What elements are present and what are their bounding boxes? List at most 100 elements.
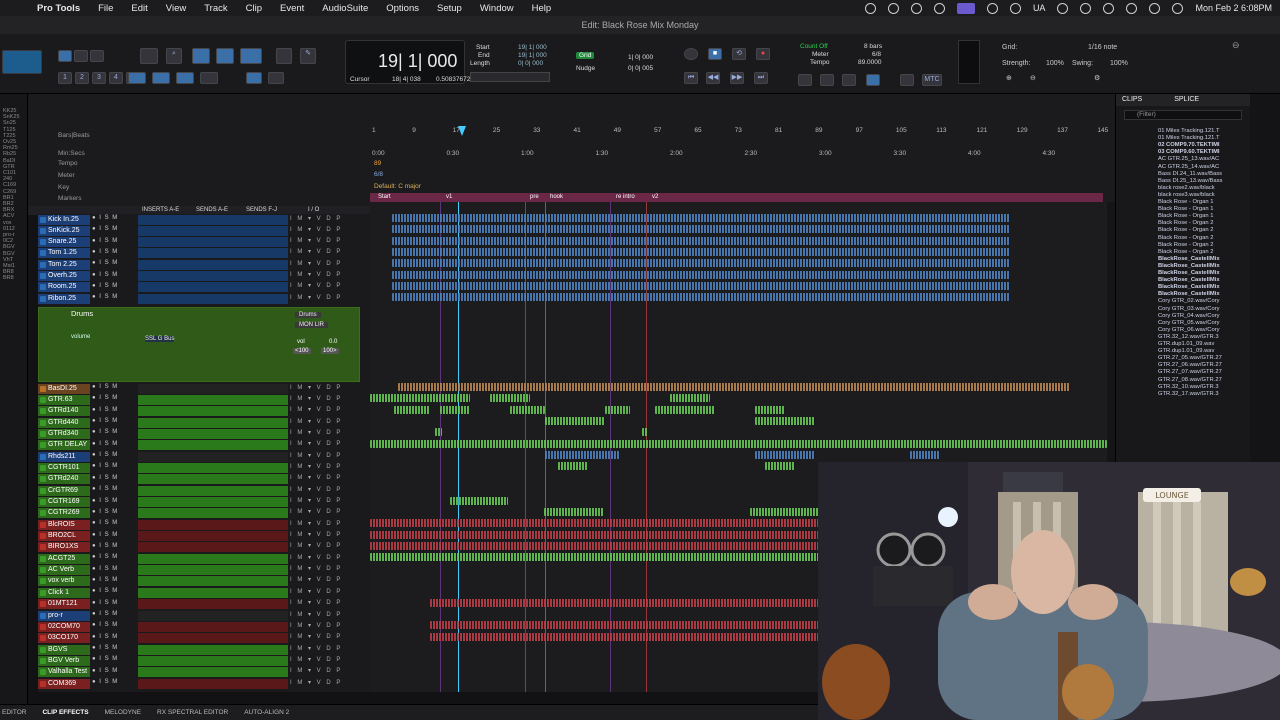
track-record-solo-mute[interactable]: ● I S M (92, 486, 118, 492)
selector-tool-button[interactable] (216, 48, 234, 64)
grabber-tool-button[interactable] (240, 48, 262, 64)
metronome-button[interactable] (842, 74, 856, 86)
audio-clip[interactable] (370, 541, 820, 550)
fast-forward-button[interactable]: ▶▶ (730, 72, 744, 84)
track-record-solo-mute[interactable]: ● I S M (92, 475, 118, 481)
track-row[interactable]: GTRd340 ● I S M I M ▾ V D P (38, 428, 370, 439)
track-inserts-sends[interactable] (138, 633, 288, 644)
track-name[interactable]: BGVS (38, 644, 90, 655)
cloud-icon[interactable] (1009, 2, 1021, 14)
track-name[interactable]: CrGTR69 (38, 485, 90, 496)
pencil-tool-icon[interactable]: ✎ (300, 48, 316, 64)
mode-buttons[interactable] (2, 50, 42, 74)
track-inserts-sends[interactable] (138, 474, 288, 485)
clip-list-item[interactable]: BlackRose_CastellMix (1158, 263, 1248, 270)
audio-clip[interactable] (392, 259, 1010, 268)
track-inserts-sends[interactable] (138, 576, 288, 587)
audio-clip[interactable] (755, 417, 815, 426)
track-name[interactable]: Snare.25 (38, 237, 90, 248)
track-row[interactable]: BGVS ● I S M I M ▾ V D P (38, 644, 370, 655)
drums-output[interactable]: Drums (295, 312, 321, 318)
mon-button[interactable]: MON LIR (295, 322, 329, 328)
track-row[interactable]: Valhalla Test ● I S M I M ▾ V D P (38, 667, 370, 678)
track-io[interactable]: I M ▾ V D P (290, 611, 360, 621)
clip-list-item[interactable]: GTR.32_12.wav/GTR.3 (1158, 334, 1248, 341)
track-row[interactable]: CrGTR69 ● I S M I M ▾ V D P (38, 485, 370, 496)
wait-for-note-button[interactable] (820, 74, 834, 86)
track-io[interactable]: I M ▾ V D P (290, 384, 360, 394)
track-name[interactable]: GTRd340 (38, 428, 90, 439)
track-inserts-sends[interactable] (138, 383, 288, 394)
track-row[interactable]: 02COM70 ● I S M I M ▾ V D P (38, 621, 370, 632)
track-name[interactable]: COM369 (38, 678, 90, 689)
record-button[interactable]: ● (756, 48, 770, 60)
bluetooth-icon[interactable] (1057, 2, 1069, 14)
track-3-button[interactable]: 3 (92, 72, 106, 84)
clips-filter-input[interactable]: (Filter) (1124, 110, 1242, 120)
mtc-button[interactable]: MTC (922, 74, 942, 86)
track-io[interactable]: I M ▾ V D P (290, 531, 360, 541)
track-io[interactable]: I M ▾ V D P (290, 429, 360, 439)
clip-list-item[interactable]: 03 COMP9.60.TEKTIMI (1158, 149, 1248, 156)
clip-list-item[interactable]: GTR.27_07.wav/GTR.27 (1158, 369, 1248, 376)
track-inserts-sends[interactable] (138, 667, 288, 678)
track-inserts-sends[interactable] (138, 237, 288, 248)
menu-edit[interactable]: Edit (122, 3, 156, 14)
transport-mini-buttons[interactable] (470, 72, 550, 82)
track-record-solo-mute[interactable]: ● I S M (92, 679, 118, 685)
play-status-icon[interactable] (1080, 2, 1092, 14)
track-row[interactable]: CGTR169 ● I S M I M ▾ V D P (38, 497, 370, 508)
track-inserts-sends[interactable] (138, 271, 288, 281)
track-name[interactable]: pro-r (38, 610, 90, 621)
menu-help[interactable]: Help (523, 3, 561, 14)
track-name[interactable]: 03CO170 (38, 633, 90, 644)
track-record-solo-mute[interactable]: ● I S M (92, 668, 118, 674)
slip-mode-button[interactable] (74, 50, 88, 62)
menu-track[interactable]: Track (195, 3, 236, 14)
track-inserts-sends[interactable] (138, 451, 288, 462)
track-1-button[interactable]: 1 (58, 72, 72, 84)
track-list-entry[interactable]: BR8 (3, 275, 27, 281)
track-record-solo-mute[interactable]: ● I S M (92, 543, 118, 549)
audio-clip[interactable] (398, 383, 1070, 391)
audio-clip[interactable] (642, 428, 648, 437)
tab-melodyne[interactable]: MELODYNE (105, 709, 141, 716)
zoom-out-icon[interactable]: ⊖ (1030, 74, 1036, 82)
track-record-solo-mute[interactable]: ● I S M (92, 441, 118, 447)
track-inserts-sends[interactable] (138, 293, 288, 304)
audio-clip[interactable] (670, 394, 710, 403)
track-name[interactable]: GTRd440 (38, 417, 90, 428)
track-record-solo-mute[interactable]: ● I S M (92, 520, 118, 526)
status-icon-1[interactable] (864, 2, 876, 14)
nudge-value[interactable]: 0| 0| 005 (628, 65, 653, 73)
clip-list-item[interactable]: Black Rose - Organ 1 (1158, 213, 1248, 220)
menu-clip[interactable]: Clip (237, 3, 271, 14)
track-io[interactable]: I M ▾ V D P (290, 486, 360, 496)
drums-folder-name[interactable]: Drums (71, 309, 93, 318)
tab-auto-align[interactable]: AUTO-ALIGN 2 (244, 709, 289, 716)
pan-left[interactable]: <100 (293, 348, 311, 354)
track-record-solo-mute[interactable]: ● I S M (92, 283, 118, 289)
track-record-solo-mute[interactable]: ● I S M (92, 588, 118, 594)
track-io[interactable]: I M ▾ V D P (290, 294, 360, 304)
track-inserts-sends[interactable] (138, 417, 288, 428)
track-record-solo-mute[interactable]: ● I S M (92, 215, 118, 221)
track-name[interactable]: CGTR101 (38, 462, 90, 473)
zoom-in-icon[interactable]: ⊕ (1006, 74, 1012, 82)
audio-clip[interactable] (435, 428, 442, 437)
track-record-solo-mute[interactable]: ● I S M (92, 656, 118, 662)
track-io[interactable]: I M ▾ V D P (290, 576, 360, 586)
scrubber-tool-icon[interactable] (276, 48, 292, 64)
search-icon[interactable] (1126, 2, 1138, 14)
track-inserts-sends[interactable] (138, 553, 288, 564)
track-inserts-sends[interactable] (138, 406, 288, 417)
clip-list-item[interactable]: GTR.32_17.wav/GTR.3 (1158, 391, 1248, 398)
clips-tab[interactable]: CLIPS (1122, 96, 1142, 103)
clip-list-item[interactable]: 02 COMP9.70.TEKTIMI (1158, 142, 1248, 149)
track-row[interactable]: AC Verb ● I S M I M ▾ V D P (38, 565, 370, 576)
clip-list-item[interactable]: GTR.27_08.wav/GTR.27 (1158, 377, 1248, 384)
track-name[interactable]: CGTR169 (38, 497, 90, 507)
track-record-solo-mute[interactable]: ● I S M (92, 395, 118, 401)
track-name[interactable]: 02COM70 (38, 621, 90, 632)
menu-window[interactable]: Window (471, 3, 523, 14)
